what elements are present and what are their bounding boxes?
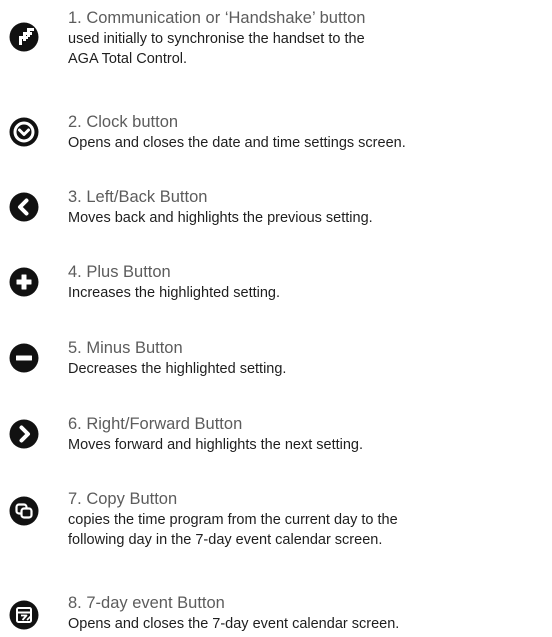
item-description: copies the time program from the current…: [68, 510, 398, 550]
item-description-line: used initially to synchronise the handse…: [68, 31, 365, 47]
item-description-line: following day in the 7-day event calenda…: [68, 532, 383, 548]
item-description-line: Opens and closes the date and time setti…: [68, 135, 406, 151]
plus-icon: [9, 267, 39, 297]
item-description: Opens and closes the date and time setti…: [68, 133, 406, 153]
item-description: Decreases the highlighted setting.: [68, 359, 286, 379]
copy-icon: [9, 496, 39, 526]
item-title: 2. Clock button: [68, 113, 179, 131]
handshake-icon: [9, 22, 39, 52]
item-description-line: Moves forward and highlights the next se…: [68, 437, 363, 453]
item-description-line: Increases the highlighted setting.: [68, 285, 280, 301]
clock-icon: [9, 117, 39, 147]
item-description-line: Opens and closes the 7-day event calenda…: [68, 616, 400, 632]
item-description: Moves back and highlights the previous s…: [68, 208, 373, 228]
item-title: 5. Minus Button: [68, 339, 183, 357]
item-title: 1. Communication or ‘Handshake’ button: [68, 9, 366, 27]
item-description: Increases the highlighted setting.: [68, 283, 280, 303]
item-description-line: AGA Total Control.: [68, 51, 188, 67]
item-title: 8. 7-day event Button: [68, 594, 225, 612]
item-description: used initially to synchronise the handse…: [68, 29, 365, 69]
left-arrow-icon: [9, 192, 39, 222]
item-description-line: Moves back and highlights the previous s…: [68, 210, 373, 226]
item-description: Opens and closes the 7-day event calenda…: [68, 614, 399, 634]
item-title: 3. Left/Back Button: [68, 188, 208, 206]
item-title: 4. Plus Button: [68, 263, 171, 281]
calendar-icon: [9, 600, 39, 630]
item-description: Moves forward and highlights the next se…: [68, 435, 363, 455]
item-description-line: Decreases the highlighted setting.: [68, 361, 287, 377]
item-description-line: copies the time program from the current…: [68, 512, 398, 528]
right-arrow-icon: [9, 419, 39, 449]
minus-icon: [9, 343, 39, 373]
item-title: 7. Copy Button: [68, 490, 178, 508]
item-title: 6. Right/Forward Button: [68, 415, 243, 433]
